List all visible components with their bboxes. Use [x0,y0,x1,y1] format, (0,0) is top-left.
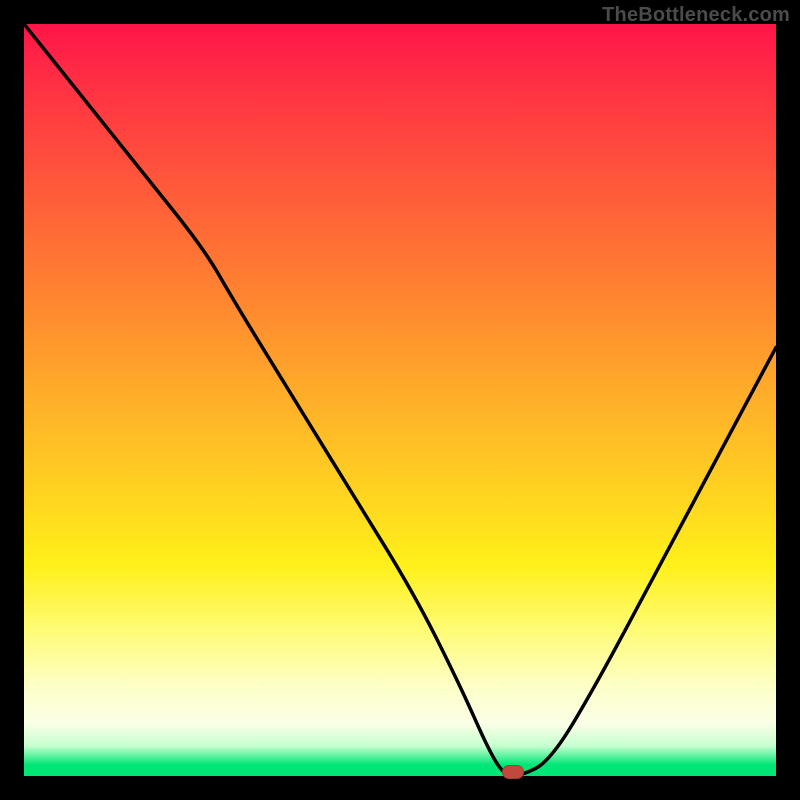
bottleneck-curve [24,24,776,776]
chart-stage: TheBottleneck.com [0,0,800,800]
optimal-point-marker [502,765,524,779]
plot-area [24,24,776,776]
